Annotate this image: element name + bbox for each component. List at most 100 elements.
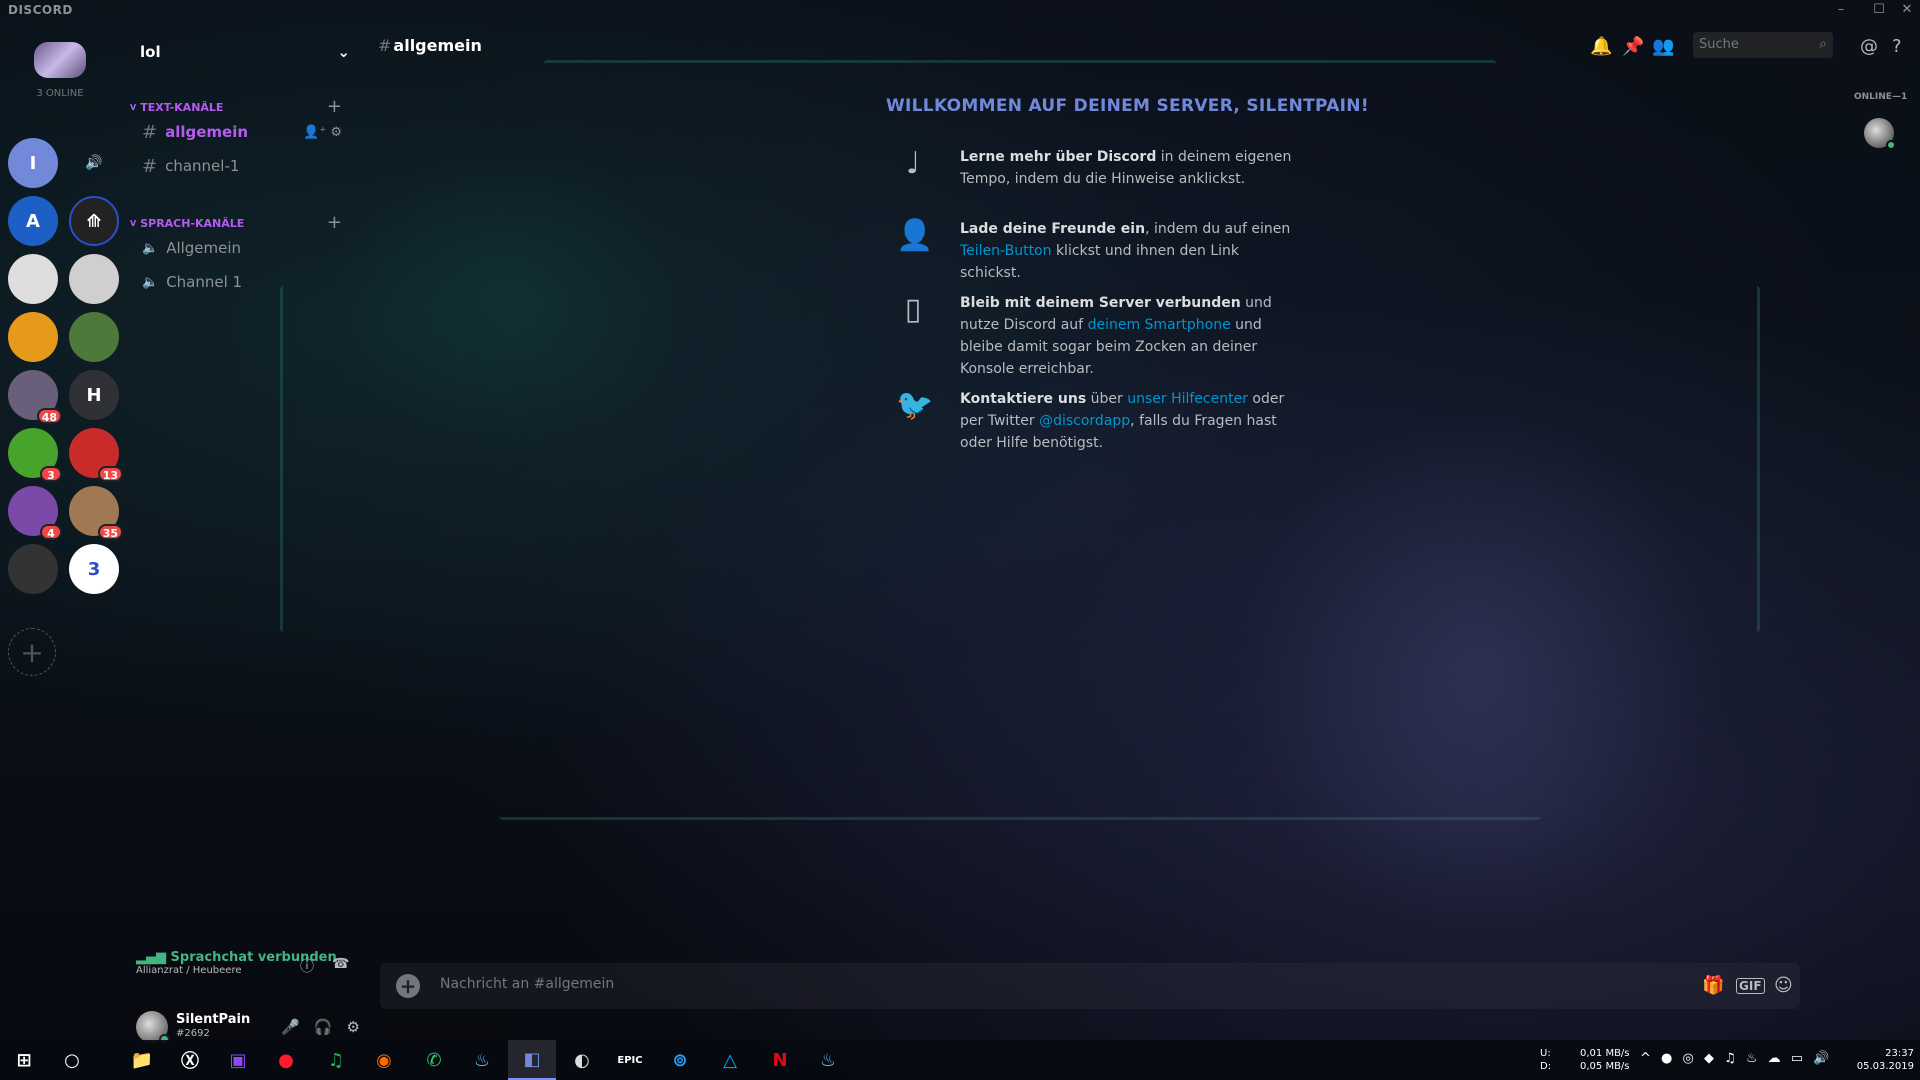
net-up: 0,01 MB/s xyxy=(1580,1048,1630,1059)
close-window-button[interactable]: ✕ xyxy=(1896,0,1918,20)
server-header[interactable]: lol ⌄ xyxy=(140,36,360,68)
signal-icon: ▂▄▆ xyxy=(136,950,171,965)
bell-icon[interactable]: 🔔 xyxy=(1590,36,1612,57)
online-count: 3 ONLINE xyxy=(36,88,84,99)
music-note-icon: ♩ xyxy=(905,146,921,181)
welcome-row-contact: 🐦 Kontaktiere uns über unser Hilfecenter… xyxy=(896,388,1285,451)
add-channel-button[interactable]: + xyxy=(327,96,342,117)
guild-icon-14[interactable] xyxy=(8,544,58,594)
gift-icon[interactable]: 🎁 xyxy=(1702,975,1724,996)
member-avatar[interactable] xyxy=(1864,118,1896,150)
guild-sidebar: 3 ONLINE I 🔊 A ⟰ 48 H 3 13 4 35 3 + xyxy=(0,22,130,1042)
channel-item-channel-1[interactable]: # channel-1 xyxy=(142,152,352,180)
guild-icon-4[interactable] xyxy=(8,254,58,304)
add-server-button[interactable]: + xyxy=(8,628,56,676)
share-button-link[interactable]: Teilen-Button xyxy=(960,243,1052,259)
guild-icon-13[interactable]: 35 xyxy=(69,486,123,540)
help-icon[interactable]: ? xyxy=(1892,36,1902,57)
unread-badge: 4 xyxy=(40,524,62,540)
guild-icon-7[interactable] xyxy=(69,312,119,362)
category-voice-channels[interactable]: v SPRACH-KANÄLE + xyxy=(130,212,360,233)
background-glow-left xyxy=(300,120,720,480)
category-label: TEXT-KANÄLE xyxy=(140,100,224,114)
avatar[interactable] xyxy=(136,1011,170,1045)
welcome-row-mobile: ▯ Bleib mit deinem Server verbunden und … xyxy=(886,292,1446,377)
category-text-channels[interactable]: v TEXT-KANÄLE + xyxy=(130,96,360,117)
guild-icon-12[interactable]: 4 xyxy=(8,486,62,540)
steam-icon-2[interactable]: ♨ xyxy=(804,1040,852,1080)
uplay-icon[interactable]: ⊚ xyxy=(656,1040,704,1080)
obs-icon[interactable]: ◐ xyxy=(558,1040,606,1080)
twitch-icon[interactable]: ▣ xyxy=(214,1040,262,1080)
clock-time: 23:37 xyxy=(1885,1048,1914,1059)
guild-icon-8[interactable]: 48 xyxy=(8,370,62,424)
origin-icon[interactable]: ◉ xyxy=(360,1040,408,1080)
channel-item-allgemein[interactable]: # allgemein 👤⁺ ⚙ xyxy=(142,118,352,146)
voice-channel-channel-1[interactable]: 🔈 Channel 1 xyxy=(142,268,352,296)
help-center-link[interactable]: unser Hilfecenter xyxy=(1127,391,1248,407)
discriminator: #2692 xyxy=(176,1028,210,1039)
system-tray-icons[interactable]: ^ ● ◎ ◆ ♫ ♨ ☁ ▭ 🔊 xyxy=(1640,1052,1832,1080)
battlenet-icon[interactable]: △ xyxy=(706,1040,754,1080)
guild-voice-speaker-icon[interactable]: 🔊 xyxy=(69,138,119,188)
smartphone-link[interactable]: deinem Smartphone xyxy=(1088,317,1231,333)
disconnect-icon[interactable]: ☎ xyxy=(332,956,349,972)
upload-plus-button[interactable]: + xyxy=(396,974,420,998)
guild-icon-5[interactable] xyxy=(69,254,119,304)
invite-settings-icons[interactable]: 👤⁺ ⚙ xyxy=(303,125,342,140)
home-button[interactable] xyxy=(34,42,86,78)
gear-icon[interactable]: ⚙ xyxy=(347,1018,360,1036)
hash-icon: # xyxy=(142,155,158,177)
spotify-icon[interactable]: ♫ xyxy=(312,1040,360,1080)
members-icon[interactable]: 👥 xyxy=(1652,36,1674,57)
category-label: SPRACH-KANÄLE xyxy=(140,216,245,230)
windows-start-icon[interactable]: ⊞ xyxy=(0,1040,48,1080)
guild-icon-6[interactable] xyxy=(8,312,58,362)
channel-header: # allgemein 🔔 📌 👥 Suche ⌕ @ ? xyxy=(360,22,1920,70)
guild-icon-11[interactable]: 13 xyxy=(69,428,123,482)
welcome-row-learn: ♩ Lerne mehr über Discord in deinem eige… xyxy=(886,146,1446,210)
netflix-icon[interactable]: N xyxy=(756,1040,804,1080)
channel-label: Channel 1 xyxy=(166,273,243,291)
guild-icon-10[interactable]: 3 xyxy=(8,428,62,482)
cortana-icon[interactable]: ○ xyxy=(48,1040,96,1080)
channel-label: allgemein xyxy=(165,123,249,141)
voice-channel-allgemein[interactable]: 🔈 Allgemein xyxy=(142,234,352,262)
server-name: lol xyxy=(140,43,161,61)
minimize-button[interactable]: – xyxy=(1830,0,1852,20)
pin-icon[interactable]: 📌 xyxy=(1622,36,1644,57)
steam-icon[interactable]: ♨ xyxy=(458,1040,506,1080)
emoji-icon[interactable]: ☺ xyxy=(1774,975,1793,996)
guild-icon-1[interactable]: I xyxy=(8,138,58,188)
microphone-icon[interactable]: 🎤 xyxy=(281,1018,300,1036)
smartphone-icon: ▯ xyxy=(904,292,922,327)
title-bar: DISCORD – ☐ ✕ xyxy=(0,0,1920,22)
message-input[interactable]: Nachricht an #allgemein xyxy=(440,976,614,992)
hash-icon: # xyxy=(142,121,158,143)
guild-icon-3[interactable]: ⟰ xyxy=(69,196,119,246)
search-placeholder: Suche xyxy=(1699,37,1739,52)
epic-games-icon[interactable]: EPIC xyxy=(606,1040,654,1080)
xbox-icon[interactable]: Ⓧ xyxy=(166,1040,214,1080)
username: SilentPain xyxy=(176,1012,251,1027)
opera-icon[interactable]: ● xyxy=(262,1040,310,1080)
mention-icon[interactable]: @ xyxy=(1860,36,1878,57)
hash-icon: # xyxy=(378,36,392,55)
guild-icon-2[interactable]: A xyxy=(8,196,58,246)
maximize-button[interactable]: ☐ xyxy=(1868,0,1890,20)
gif-button[interactable]: GIF xyxy=(1736,978,1765,994)
add-channel-button[interactable]: + xyxy=(327,212,342,233)
guild-icon-9[interactable]: H xyxy=(69,370,119,420)
search-input[interactable]: Suche ⌕ xyxy=(1693,32,1833,58)
discord-taskbar-icon[interactable]: ◧ xyxy=(508,1040,556,1080)
file-explorer-icon[interactable]: 📁 xyxy=(118,1040,166,1080)
channel-label: Allgemein xyxy=(166,239,242,257)
headset-icon[interactable]: 🎧 xyxy=(314,1018,333,1036)
whatsapp-icon[interactable]: ✆ xyxy=(410,1040,458,1080)
clock[interactable]: 23:37 05.03.2019 xyxy=(1854,1047,1914,1080)
welcome-row-invite: 👤 Lade deine Freunde ein, indem du auf e… xyxy=(896,218,1291,281)
guild-icon-15[interactable]: 3 xyxy=(69,544,119,594)
twitter-link[interactable]: @discordapp xyxy=(1039,413,1130,429)
online-status-dot xyxy=(1886,140,1896,150)
info-icon[interactable]: ⓘ xyxy=(300,956,314,976)
